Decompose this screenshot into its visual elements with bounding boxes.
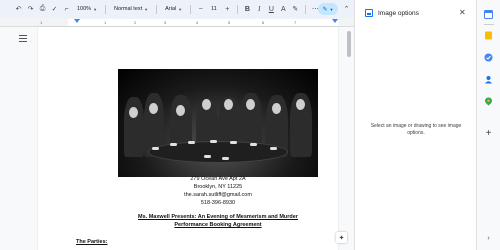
pencil-icon: ✎ [322, 6, 328, 13]
highlight-icon[interactable]: ✎ [291, 5, 300, 14]
chevron-down-icon: ▼ [144, 6, 149, 12]
divider [484, 24, 494, 25]
photo-hand [230, 141, 237, 144]
spellcheck-icon[interactable]: ✓ [50, 5, 59, 14]
email-line: the.sarah.sutliff@gmail.com [184, 192, 252, 198]
divider [156, 4, 158, 14]
explore-icon: ✦ [338, 234, 345, 242]
print-icon[interactable]: ⎙ [38, 5, 47, 14]
section-heading: The Parties: [76, 239, 108, 245]
close-icon[interactable]: ✕ [459, 8, 466, 17]
ruler-number: 1 [40, 19, 43, 25]
ruler-number: 4 [196, 19, 199, 25]
image-icon [365, 9, 373, 17]
redo-icon[interactable]: ↷ [26, 5, 35, 14]
photo-hand [210, 140, 217, 143]
divider [304, 4, 306, 14]
image-options-panel: Image options ✕ Select an image or drawi… [354, 0, 476, 250]
zoom-value: 100% [77, 6, 92, 12]
photo-figure [124, 97, 144, 157]
keep-icon[interactable] [483, 30, 494, 41]
underline-button[interactable]: U [267, 5, 276, 14]
explore-button[interactable]: ✦ [336, 232, 347, 243]
photo-hand [250, 143, 257, 146]
vertical-scrollbar[interactable] [347, 31, 351, 57]
paint-format-icon[interactable]: ⌐ [62, 5, 71, 14]
maps-icon[interactable] [483, 96, 494, 107]
photo-head [129, 107, 138, 118]
panel-title: Image options [378, 9, 419, 17]
divider [190, 4, 192, 14]
tasks-icon[interactable] [483, 52, 494, 63]
bold-button[interactable]: B [243, 5, 252, 14]
text-color-icon[interactable]: A [279, 5, 288, 14]
ruler-number: 6 [262, 19, 265, 25]
photo-hand [188, 141, 195, 144]
photo-hand [152, 147, 159, 150]
panel-header: Image options [365, 9, 419, 17]
font-value: Arial [165, 6, 177, 12]
document-canvas: 279 Ocean Ave Apt 2A Brooklyn, NY 11225 … [0, 27, 354, 250]
city-line: Brooklyn, NY 11225 [193, 184, 243, 190]
photo-hand [204, 155, 211, 158]
divider [236, 4, 238, 14]
style-value: Normal text [114, 6, 143, 12]
photo-head [246, 99, 255, 110]
photo-head [272, 103, 281, 114]
docs-window: ↶ ↷ ⎙ ✓ ⌐ 100% ▼ Normal text ▼ Arial ▼ −… [0, 0, 500, 250]
style-dropdown[interactable]: Normal text ▼ [111, 6, 151, 12]
ruler-number: 7 [294, 19, 297, 25]
seance-photo[interactable] [118, 69, 318, 177]
panel-message: Select an image or drawing to see image … [370, 123, 462, 136]
chevron-down-icon: ▼ [178, 6, 183, 12]
photo-hand [270, 147, 277, 150]
photo-head [149, 103, 158, 114]
divider [105, 4, 107, 14]
ruler-number: 5 [228, 19, 231, 25]
add-addon-button[interactable]: + [483, 128, 494, 139]
document-subtitle: Performance Booking Agreement [174, 222, 262, 228]
italic-button[interactable]: I [255, 5, 264, 14]
ruler-number: 3 [164, 19, 167, 25]
photo-head [224, 99, 233, 110]
increase-font-size-icon[interactable]: + [223, 5, 232, 14]
decrease-font-size-icon[interactable]: − [196, 5, 205, 14]
photo-hand [222, 157, 229, 160]
font-size-field[interactable]: 11 [208, 6, 220, 12]
ruler[interactable]: 1 1 2 3 4 5 6 7 [0, 18, 354, 27]
chevron-right-icon[interactable]: › [483, 233, 494, 244]
collapse-menu-icon[interactable]: ⌃ [342, 4, 351, 13]
font-dropdown[interactable]: Arial ▼ [162, 6, 185, 12]
photo-table [148, 141, 288, 163]
document-page[interactable]: 279 Ocean Ave Apt 2A Brooklyn, NY 11225 … [38, 27, 338, 250]
indent-marker[interactable] [74, 19, 80, 23]
chevron-down-icon: ▼ [93, 6, 98, 12]
editing-mode-button[interactable]: ✎ ▼ [318, 3, 338, 15]
photo-hand [170, 143, 177, 146]
undo-icon[interactable]: ↶ [14, 5, 23, 14]
document-outline-icon[interactable] [19, 35, 27, 43]
address-line: 279 Ocean Ave Apt 2A [190, 176, 246, 182]
ruler-number: 2 [134, 19, 137, 25]
photo-head [176, 105, 185, 116]
ruler-number: 1 [104, 19, 107, 25]
document-title: Ms. Maxwell Presents: An Evening of Mesm… [138, 214, 298, 220]
side-apps-rail: + › [476, 0, 500, 250]
contacts-icon[interactable] [483, 74, 494, 85]
photo-head [202, 99, 211, 110]
ruler-page-area [68, 19, 338, 26]
formatting-toolbar: ↶ ↷ ⎙ ✓ ⌐ 100% ▼ Normal text ▼ Arial ▼ −… [0, 0, 354, 18]
phone-line: 518-396-8930 [200, 200, 236, 206]
chevron-down-icon: ▼ [329, 6, 334, 12]
photo-head [296, 99, 305, 110]
font-size-value: 11 [211, 6, 217, 12]
right-indent-marker[interactable] [332, 19, 338, 23]
zoom-dropdown[interactable]: 100% ▼ [74, 6, 100, 12]
calendar-icon[interactable] [483, 9, 494, 20]
